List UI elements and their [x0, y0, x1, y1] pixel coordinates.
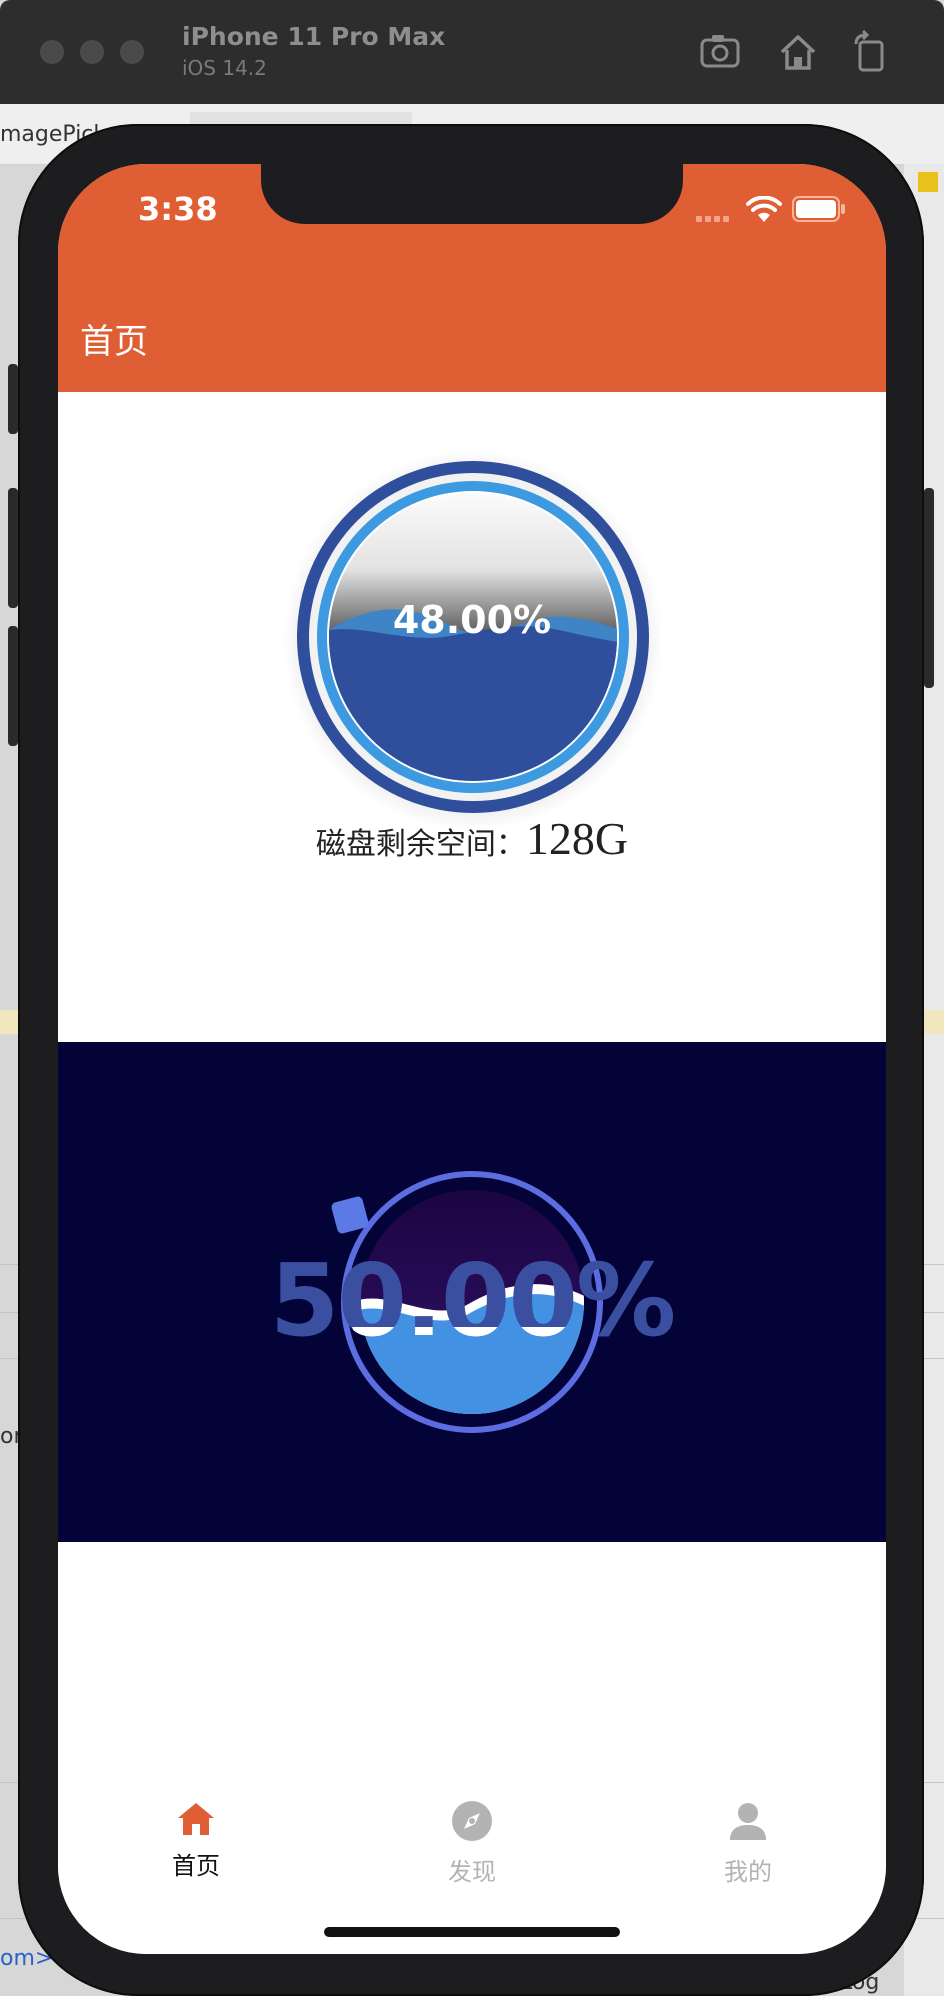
disk-free-space-row: 磁盘剩余空间：128G [58, 812, 886, 865]
tab-discover-label: 发现 [448, 1858, 496, 1886]
disk-free-space-value: 128G [525, 813, 629, 864]
page-title: 首页 [80, 322, 148, 362]
simulator-device-name: iPhone 11 Pro Max [182, 22, 446, 51]
minimize-window-button[interactable] [80, 40, 104, 64]
navigation-bar: 首页 [58, 284, 886, 392]
zoom-window-button[interactable] [120, 40, 144, 64]
notch [261, 164, 683, 224]
home-indicator [324, 1927, 620, 1937]
rotate-icon[interactable] [848, 30, 892, 74]
close-window-button[interactable] [40, 40, 64, 64]
disk-space-section: 48.00% 磁盘剩余空间：128G [58, 392, 886, 1042]
volume-down-button [8, 626, 18, 746]
ide-warning-marker [918, 172, 938, 192]
simulator-stage: iPhone 11 Pro Max iOS 14.2 magePick or o… [0, 0, 944, 1996]
home-icon [178, 1803, 214, 1835]
simulator-os-version: iOS 14.2 [182, 56, 267, 80]
mute-switch [8, 364, 18, 434]
progress-section: 50.00% 50.00% [58, 1042, 886, 1542]
cellular-signal-icon [696, 216, 729, 222]
person-icon [730, 1803, 766, 1840]
progress-bubble-text-clip: 50.00% [342, 1147, 602, 1407]
disk-free-space-label: 磁盘剩余空间： [315, 827, 526, 862]
disk-percent-label: 48.00% [392, 598, 552, 642]
progress-percent-label: 50.00% [342, 1242, 602, 1359]
tab-home[interactable]: 首页 [96, 1800, 296, 1881]
screenshot-icon[interactable] [698, 30, 742, 74]
simulator-title-bar: iPhone 11 Pro Max iOS 14.2 [0, 0, 944, 105]
tab-profile-label: 我的 [724, 1858, 772, 1886]
battery-icon [792, 196, 845, 222]
tab-discover[interactable]: 发现 [372, 1800, 572, 1887]
phone-screen: 3:38 首页 48.00% 磁盘剩余空间：128G 50.00% 0.00 首… [58, 164, 886, 1954]
compass-icon [452, 1801, 492, 1841]
tab-profile[interactable]: 我的 [648, 1800, 848, 1887]
status-time: 3:38 [138, 190, 218, 228]
power-button [924, 488, 934, 688]
volume-up-button [8, 488, 18, 608]
tab-home-label: 首页 [172, 1852, 220, 1880]
home-icon[interactable] [776, 30, 820, 74]
wifi-icon [746, 196, 782, 222]
